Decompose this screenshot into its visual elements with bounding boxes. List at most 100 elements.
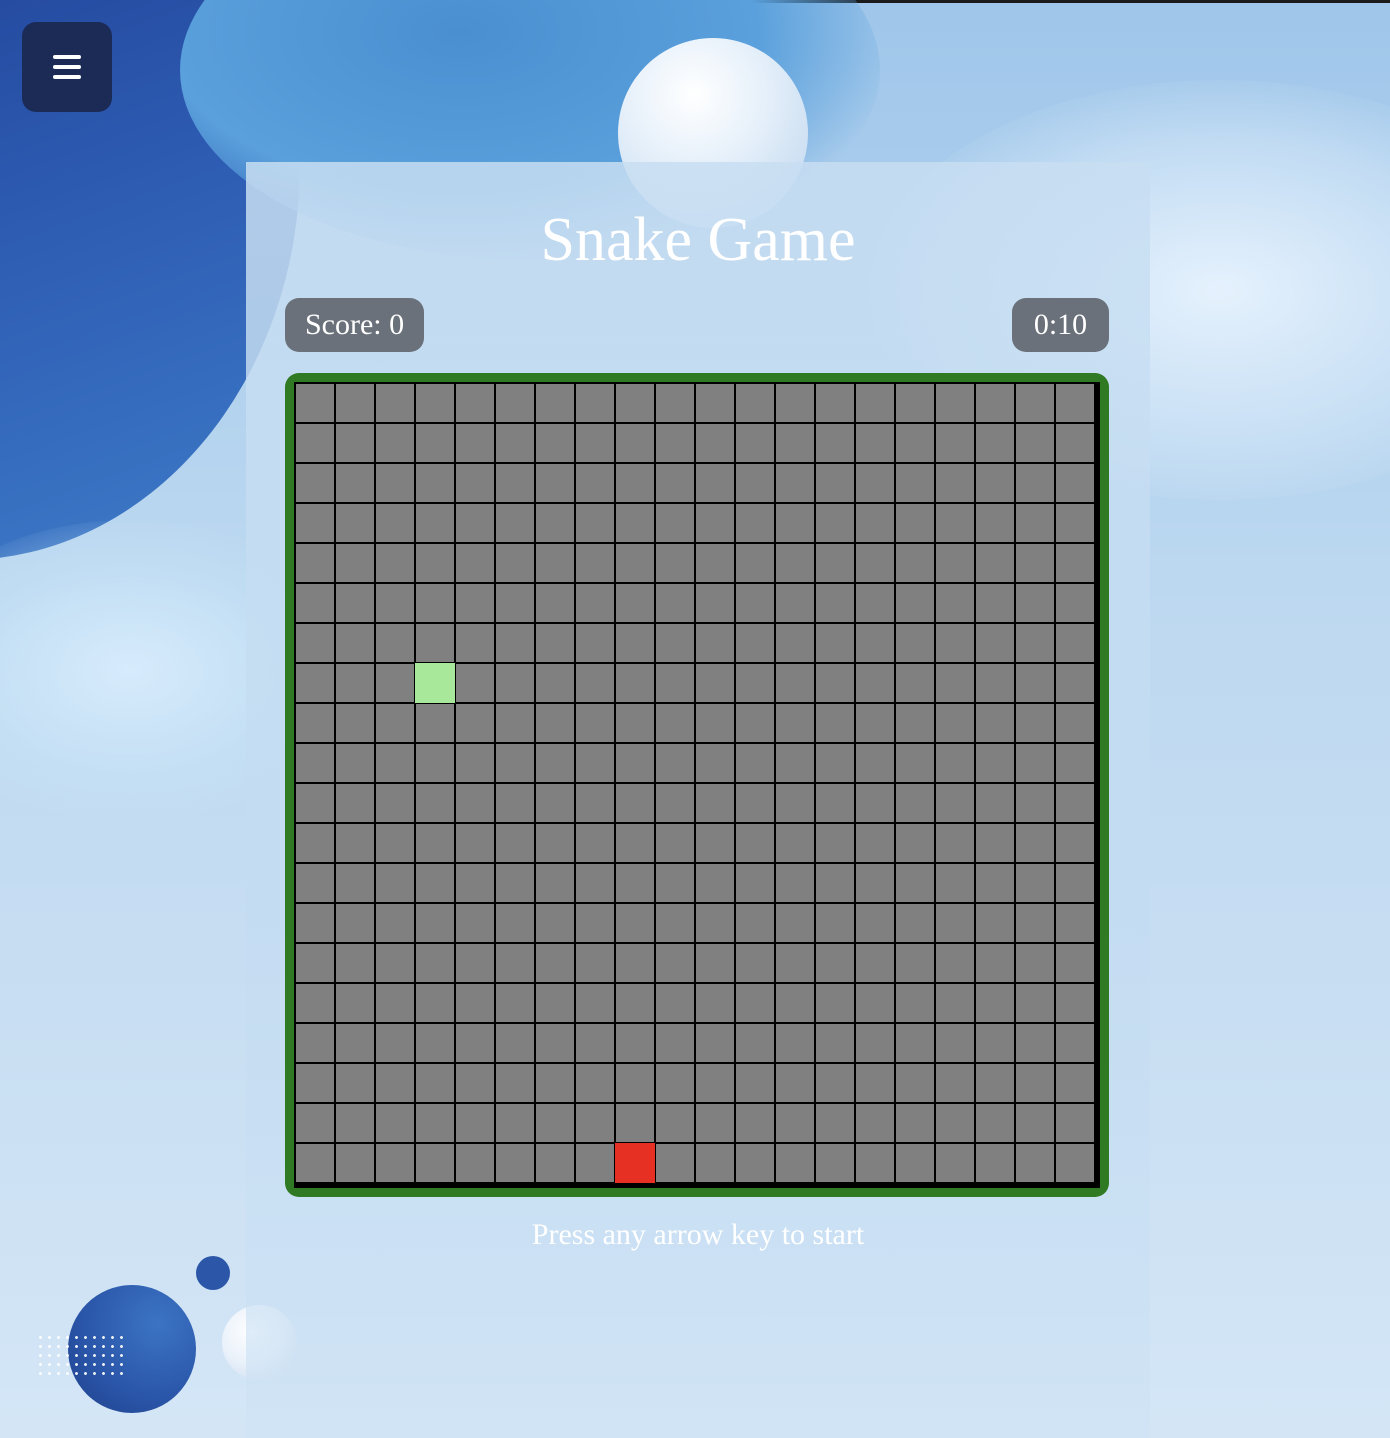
- grid-cell: [335, 863, 375, 903]
- grid-cell: [455, 983, 495, 1023]
- grid-cell: [1015, 1143, 1055, 1183]
- grid-cell: [575, 983, 615, 1023]
- grid-cell: [775, 863, 815, 903]
- grid-cell: [775, 903, 815, 943]
- grid-cell: [1055, 703, 1095, 743]
- grid-cell: [775, 783, 815, 823]
- grid-cell: [775, 943, 815, 983]
- grid-cell: [535, 423, 575, 463]
- grid-cell: [855, 863, 895, 903]
- grid-cell: [655, 583, 695, 623]
- grid-cell: [335, 543, 375, 583]
- grid-cell: [895, 1023, 935, 1063]
- grid-cell: [975, 823, 1015, 863]
- grid-cell: [495, 823, 535, 863]
- grid-cell: [815, 1143, 855, 1183]
- grid-cell: [895, 1143, 935, 1183]
- grid-cell: [535, 1103, 575, 1143]
- grid-cell: [1015, 463, 1055, 503]
- grid-cell: [335, 743, 375, 783]
- page-title: Snake Game: [540, 206, 856, 274]
- grid-cell: [855, 623, 895, 663]
- grid-cell: [855, 1023, 895, 1063]
- grid-cell: [775, 463, 815, 503]
- grid-cell: [535, 623, 575, 663]
- snake-segment: [415, 663, 455, 703]
- grid-cell: [775, 743, 815, 783]
- grid-cell: [455, 863, 495, 903]
- grid-cell: [495, 503, 535, 543]
- decorative-circle-small: [196, 1256, 230, 1290]
- grid-cell: [535, 503, 575, 543]
- grid-cell: [895, 543, 935, 583]
- grid-cell: [735, 823, 775, 863]
- grid-cell: [375, 863, 415, 903]
- grid-cell: [975, 983, 1015, 1023]
- grid-cell: [695, 583, 735, 623]
- grid-cell: [1055, 1103, 1095, 1143]
- grid-cell: [295, 903, 335, 943]
- grid-cell: [655, 423, 695, 463]
- grid-cell: [615, 943, 655, 983]
- grid-cell: [335, 663, 375, 703]
- grid-cell: [455, 423, 495, 463]
- grid-cell: [455, 463, 495, 503]
- grid-cell: [815, 503, 855, 543]
- grid-cell: [295, 1063, 335, 1103]
- grid-cell: [375, 983, 415, 1023]
- grid-cell: [575, 1143, 615, 1183]
- timer-display: 0:10: [1012, 298, 1109, 352]
- grid-cell: [775, 503, 815, 543]
- grid-cell: [495, 743, 535, 783]
- grid-cell: [775, 1103, 815, 1143]
- grid-cell: [735, 903, 775, 943]
- grid-cell: [655, 1063, 695, 1103]
- grid-cell: [895, 623, 935, 663]
- grid-cell: [415, 623, 455, 663]
- grid-cell: [695, 1063, 735, 1103]
- grid-cell: [535, 1063, 575, 1103]
- grid-cell: [455, 663, 495, 703]
- grid-cell: [335, 463, 375, 503]
- grid-cell: [655, 903, 695, 943]
- grid-cell: [1015, 663, 1055, 703]
- grid-cell: [735, 943, 775, 983]
- grid-cell: [815, 423, 855, 463]
- grid-cell: [575, 663, 615, 703]
- grid-cell: [1015, 743, 1055, 783]
- grid-cell: [935, 903, 975, 943]
- grid-cell: [575, 743, 615, 783]
- grid-cell: [495, 1143, 535, 1183]
- grid-cell: [735, 863, 775, 903]
- grid-cell: [895, 663, 935, 703]
- grid-cell: [295, 1103, 335, 1143]
- grid-cell: [575, 503, 615, 543]
- grid-cell: [855, 503, 895, 543]
- grid-cell: [335, 983, 375, 1023]
- grid-cell: [375, 503, 415, 543]
- grid-cell: [775, 703, 815, 743]
- grid-cell: [775, 1143, 815, 1183]
- grid-cell: [335, 1103, 375, 1143]
- grid-cell: [335, 383, 375, 423]
- grid-cell: [615, 503, 655, 543]
- grid-cell: [375, 463, 415, 503]
- grid-cell: [1015, 543, 1055, 583]
- grid-cell: [655, 1143, 695, 1183]
- grid-cell: [695, 663, 735, 703]
- game-board[interactable]: [285, 373, 1109, 1197]
- grid-cell: [1015, 623, 1055, 663]
- grid-cell: [695, 543, 735, 583]
- grid-cell: [895, 983, 935, 1023]
- grid-cell: [1015, 863, 1055, 903]
- grid-cell: [855, 1103, 895, 1143]
- grid-cell: [655, 943, 695, 983]
- grid-cell: [895, 423, 935, 463]
- grid-cell: [615, 543, 655, 583]
- grid-cell: [815, 823, 855, 863]
- grid-cell: [295, 503, 335, 543]
- menu-button[interactable]: [22, 22, 112, 112]
- grid-cell: [735, 543, 775, 583]
- grid-cell: [935, 703, 975, 743]
- grid-cell: [1015, 983, 1055, 1023]
